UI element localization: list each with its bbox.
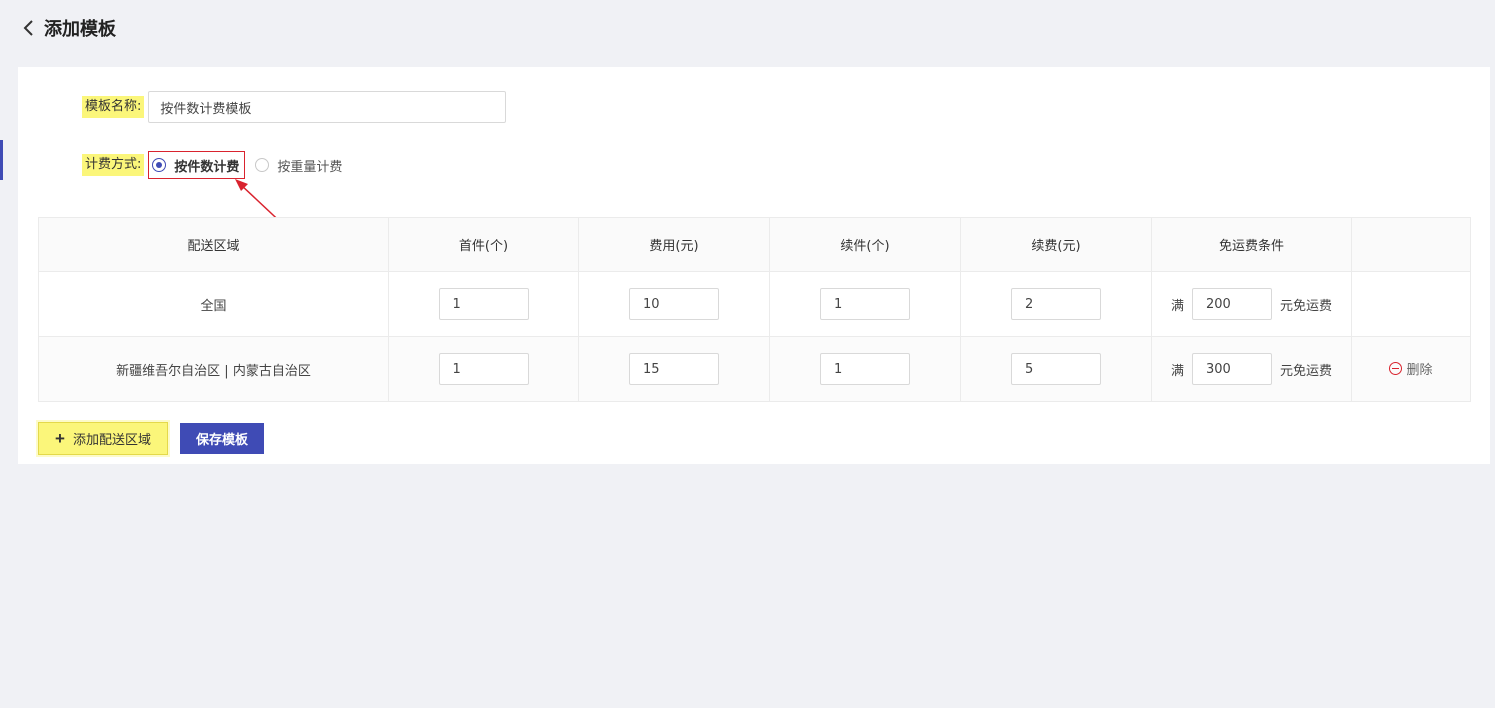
additional-fee-cell [960,336,1152,402]
additional-item-cell [769,336,961,402]
template-name-input[interactable] [148,91,507,123]
col-first-item: 首件(个) [388,217,579,272]
template-form-card: 模板名称: 计费方式: 按件数计费 按重量计费 配送区域 首件(个) 费用(元)… [18,67,1490,464]
fee-cell [578,336,770,402]
free-suffix: 元免运费 [1280,298,1333,314]
radio-checked-icon [152,158,167,172]
first-item-cell [388,336,579,402]
free-condition: 满 元免运费 [1152,288,1351,320]
col-action [1351,217,1471,272]
page-header[interactable]: 添加模板 [22,14,116,42]
table-row: 全国 满 元免运费 [38,271,1471,337]
save-template-button[interactable]: 保存模板 [179,423,264,454]
first-item-input[interactable] [438,288,529,320]
plus-icon: + [55,429,65,448]
chevron-left-icon[interactable] [22,18,38,38]
first-item-input[interactable] [438,353,529,385]
add-region-button[interactable]: + 添加配送区域 [38,422,168,455]
free-condition: 满 元免运费 [1152,353,1351,385]
billing-by-count-label: 按件数计费 [174,159,240,175]
free-amount-input[interactable] [1192,288,1272,320]
billing-by-count-radio[interactable]: 按件数计费 [148,151,246,179]
action-cell [1351,271,1471,337]
additional-fee-input[interactable] [1011,353,1101,385]
col-free-condition: 免运费条件 [1151,217,1352,272]
col-fee: 费用(元) [578,217,770,272]
free-prefix: 满 [1170,298,1184,314]
billing-method-label: 计费方式: [82,154,145,176]
free-amount-input[interactable] [1192,353,1272,385]
billing-by-weight-label: 按重量计费 [277,159,343,175]
billing-method-row: 计费方式: 按件数计费 按重量计费 [82,151,342,179]
free-condition-cell: 满 元免运费 [1151,271,1352,337]
add-region-label: 添加配送区域 [72,432,151,447]
free-condition-cell: 满 元免运费 [1151,336,1352,402]
table-header-row: 配送区域 首件(个) 费用(元) 续件(个) 续费(元) 免运费条件 [38,217,1471,272]
free-prefix: 满 [1170,363,1184,379]
additional-fee-cell [960,271,1152,337]
shipping-rules-table: 配送区域 首件(个) 费用(元) 续件(个) 续费(元) 免运费条件 全国 满 [38,217,1471,402]
table-row: 新疆维吾尔自治区 | 内蒙古自治区 满 元免运费 删除 [38,336,1471,402]
region-cell: 全国 [38,271,389,337]
form-actions: + 添加配送区域 保存模板 [38,422,264,455]
col-region: 配送区域 [38,217,389,272]
minus-circle-icon [1389,362,1403,375]
template-name-row: 模板名称: [82,91,507,123]
template-name-label: 模板名称: [82,96,145,118]
delete-label: 删除 [1406,363,1433,378]
billing-by-weight-radio[interactable]: 按重量计费 [255,156,342,175]
free-suffix: 元免运费 [1280,363,1333,379]
additional-fee-input[interactable] [1011,288,1101,320]
fee-input[interactable] [629,288,719,320]
left-accent-bar [0,140,3,180]
delete-row-button[interactable]: 删除 [1389,359,1433,378]
fee-input[interactable] [629,353,719,385]
fee-cell [578,271,770,337]
col-additional-fee: 续费(元) [960,217,1152,272]
region-cell: 新疆维吾尔自治区 | 内蒙古自治区 [38,336,389,402]
first-item-cell [388,271,579,337]
page-title: 添加模板 [44,19,116,40]
radio-unchecked-icon [255,158,270,172]
additional-item-input[interactable] [820,288,910,320]
additional-item-input[interactable] [820,353,910,385]
col-additional-item: 续件(个) [769,217,961,272]
action-cell: 删除 [1351,336,1471,402]
additional-item-cell [769,271,961,337]
